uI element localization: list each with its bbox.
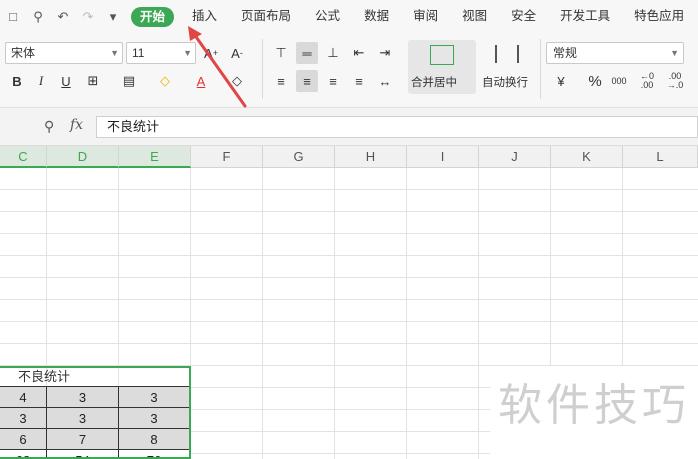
folder-icon[interactable]: □ bbox=[2, 6, 24, 28]
formula-input[interactable]: 不良统计 bbox=[96, 116, 698, 138]
underline-button[interactable]: U bbox=[55, 70, 77, 92]
currency-icon[interactable]: ¥ bbox=[550, 70, 572, 92]
undo-icon[interactable]: ↶ bbox=[52, 6, 74, 28]
increase-indent-icon[interactable]: ⇥ bbox=[374, 42, 396, 64]
tab-review[interactable]: 审阅 bbox=[401, 0, 450, 33]
menu-bar: □ ⚲ ↶ ↷ ▾ 开始 插入 页面布局 公式 数据 审阅 视图 安全 开发工具… bbox=[0, 0, 698, 33]
column-header-g[interactable]: G bbox=[263, 146, 335, 168]
increase-decimal-button[interactable]: ←0 .00 bbox=[636, 70, 658, 92]
chevron-down-icon: ▼ bbox=[183, 48, 192, 58]
column-header-i[interactable]: I bbox=[407, 146, 479, 168]
quick-access-dropdown-icon[interactable]: ▾ bbox=[102, 6, 124, 28]
divider bbox=[540, 39, 541, 99]
column-header-k[interactable]: K bbox=[551, 146, 623, 168]
tab-view[interactable]: 视图 bbox=[450, 0, 499, 33]
quick-access-toolbar: □ ⚲ ↶ ↷ ▾ bbox=[0, 0, 127, 33]
cell-style-icon[interactable]: ▤ bbox=[118, 70, 140, 92]
column-header-c[interactable]: C bbox=[0, 146, 47, 168]
decrease-decimal-button[interactable]: .00 →.0 bbox=[664, 70, 686, 92]
justify-icon[interactable]: ≡ bbox=[348, 70, 370, 92]
font-name-value: 宋体 bbox=[11, 46, 36, 60]
font-name-select[interactable]: 宋体 ▼ bbox=[5, 42, 123, 64]
align-top-icon[interactable]: ⊤ bbox=[270, 42, 292, 64]
fill-color-icon[interactable]: ◇ bbox=[154, 70, 176, 92]
wrap-text-button[interactable]: 自动换行 bbox=[480, 40, 534, 94]
zoom-icon[interactable]: ⚲ bbox=[44, 118, 54, 135]
align-bottom-icon[interactable]: ⊥ bbox=[322, 42, 344, 64]
tab-developer[interactable]: 开发工具 bbox=[548, 0, 622, 33]
align-middle-icon[interactable]: ═ bbox=[296, 42, 318, 64]
chevron-down-icon: ▼ bbox=[670, 48, 679, 58]
print-preview-icon[interactable]: ⚲ bbox=[27, 6, 49, 28]
font-color-icon[interactable]: A bbox=[190, 70, 212, 92]
italic-button[interactable]: I bbox=[30, 70, 52, 92]
thousands-separator-button[interactable]: 000 bbox=[608, 70, 630, 92]
tab-formulas[interactable]: 公式 bbox=[303, 0, 352, 33]
bold-button[interactable]: B bbox=[6, 70, 28, 92]
column-header-d[interactable]: D bbox=[47, 146, 119, 168]
tab-security[interactable]: 安全 bbox=[499, 0, 548, 33]
font-size-select[interactable]: 11 ▼ bbox=[126, 42, 196, 64]
column-header-h[interactable]: H bbox=[335, 146, 407, 168]
menu-tabs: 开始 插入 页面布局 公式 数据 审阅 视图 安全 开发工具 特色应用 bbox=[127, 0, 696, 33]
percent-button[interactable]: % bbox=[584, 70, 606, 92]
increase-font-icon[interactable]: A + bbox=[200, 42, 222, 64]
column-header-l[interactable]: L bbox=[623, 146, 698, 168]
wrap-text-icon bbox=[495, 45, 519, 63]
column-header-j[interactable]: J bbox=[479, 146, 551, 168]
column-header-f[interactable]: F bbox=[191, 146, 263, 168]
divider bbox=[262, 39, 263, 99]
fx-icon[interactable]: fx bbox=[70, 117, 83, 133]
align-center-icon[interactable]: ≡ bbox=[296, 70, 318, 92]
font-size-value: 11 bbox=[132, 46, 145, 60]
tab-insert[interactable]: 插入 bbox=[180, 0, 229, 33]
ribbon: 宋体 ▼ 11 ▼ A + A- B I U ⊞ ▤ ◇ A ◇ ⊤ ═ ⊥ ⇤ … bbox=[0, 33, 698, 108]
merge-cells-icon bbox=[430, 45, 454, 65]
align-right-icon[interactable]: ≡ bbox=[322, 70, 344, 92]
watermark: 软件技巧 bbox=[490, 366, 698, 459]
number-format-select[interactable]: 常规 ▼ bbox=[546, 42, 684, 64]
chevron-down-icon: ▼ bbox=[110, 48, 119, 58]
redo-icon[interactable]: ↷ bbox=[77, 6, 99, 28]
selection-outline bbox=[0, 366, 191, 459]
wrap-text-label: 自动换行 bbox=[482, 77, 528, 89]
merge-center-label: 合并居中 bbox=[411, 77, 457, 89]
eraser-icon[interactable]: ◇ bbox=[226, 70, 248, 92]
merge-center-button[interactable]: 合并居中 bbox=[408, 40, 476, 94]
formula-bar: ⚲ fx 不良统计 bbox=[0, 108, 698, 146]
tab-data[interactable]: 数据 bbox=[352, 0, 401, 33]
tab-home[interactable]: 开始 bbox=[131, 6, 175, 27]
number-format-value: 常规 bbox=[553, 46, 578, 60]
increase-decimal-bottom: .00 bbox=[640, 80, 654, 90]
align-left-icon[interactable]: ≡ bbox=[270, 70, 292, 92]
column-header-e[interactable]: E bbox=[119, 146, 191, 168]
distributed-align-icon[interactable]: ↔ bbox=[374, 70, 396, 92]
decrease-decimal-bottom: →.0 bbox=[666, 80, 684, 90]
tab-page-layout[interactable]: 页面布局 bbox=[229, 0, 303, 33]
decrease-indent-icon[interactable]: ⇤ bbox=[348, 42, 370, 64]
column-headers: C D E F G H I J K L bbox=[0, 146, 698, 168]
decrease-font-icon[interactable]: A- bbox=[226, 42, 248, 64]
border-icon[interactable]: ⊞ bbox=[82, 70, 104, 92]
tab-special-apps[interactable]: 特色应用 bbox=[622, 0, 696, 33]
